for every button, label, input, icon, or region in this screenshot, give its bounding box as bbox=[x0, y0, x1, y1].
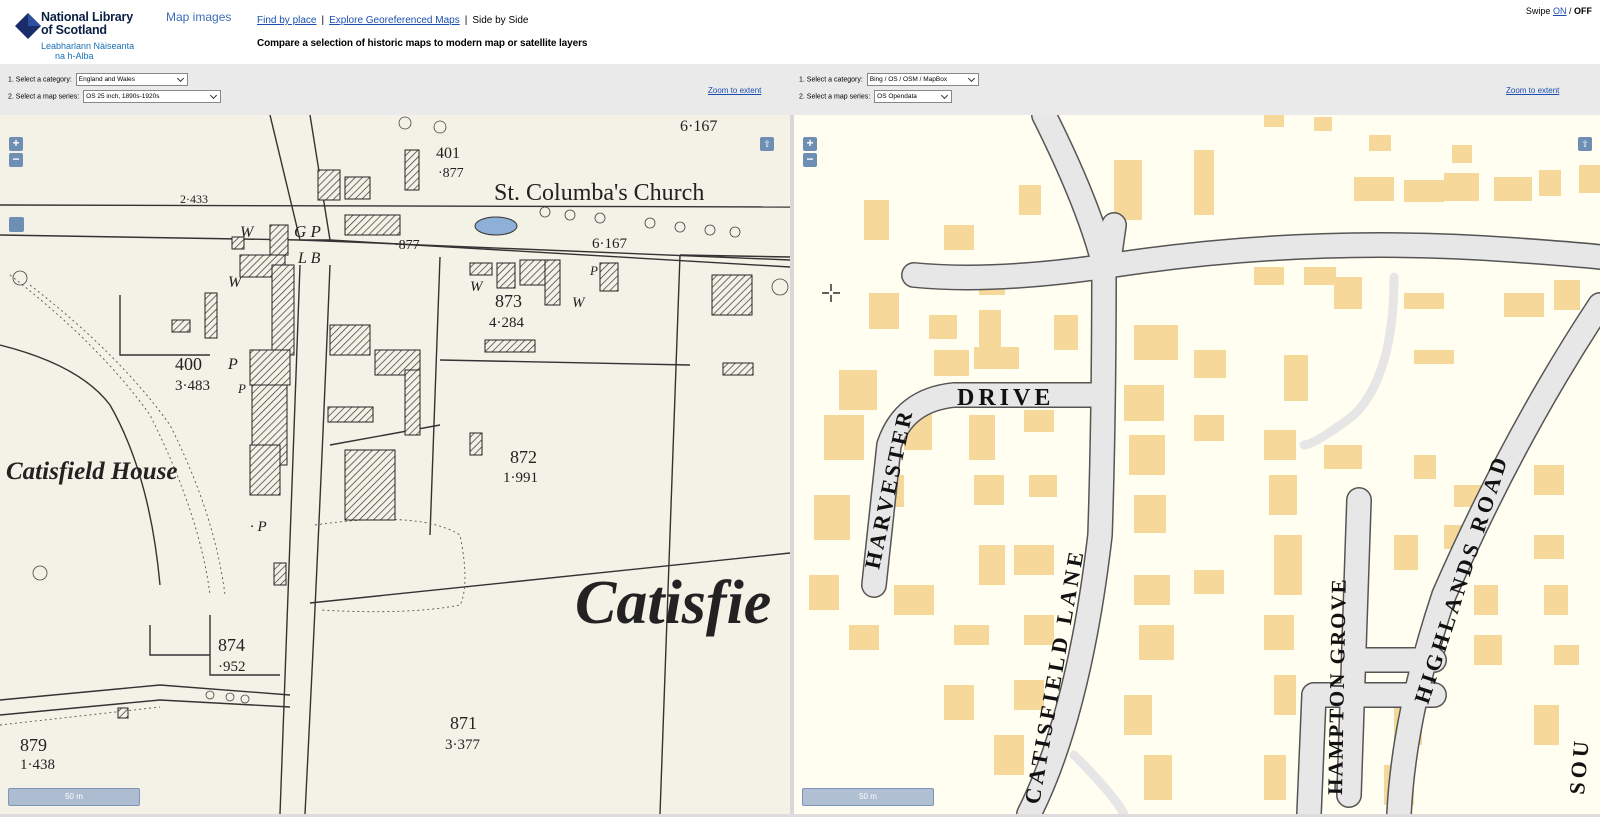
swipe-label: Swipe bbox=[1525, 6, 1551, 16]
explore-georeferenced-link[interactable]: Explore Georeferenced Maps bbox=[329, 15, 460, 26]
nav-separator: | bbox=[464, 15, 468, 26]
logo-line-2: of Scotland bbox=[41, 23, 107, 37]
label-p-2: P bbox=[589, 263, 598, 278]
label-6167-top: 6·167 bbox=[680, 118, 717, 135]
label-parcel-874-area: ·952 bbox=[218, 659, 246, 675]
left-series-select[interactable]: OS 25 inch, 1890s-1920s bbox=[83, 90, 222, 103]
left-category-label: 1. Select a category: bbox=[8, 76, 72, 84]
header: National Library of Scotland Leabharlann… bbox=[0, 0, 1600, 64]
label-parcel-874: 874 bbox=[218, 635, 245, 655]
nls-logo[interactable]: National Library of Scotland Leabharlann… bbox=[14, 5, 154, 61]
label-6167: 6·167 bbox=[592, 236, 627, 252]
swipe-toggle: Swipe ON / OFF bbox=[1526, 6, 1592, 16]
right-series-select[interactable]: OS Opendata bbox=[874, 90, 953, 103]
right-scale-bar: 50 m bbox=[802, 788, 934, 806]
label-parcel-400-area: 3·483 bbox=[175, 378, 210, 394]
label-church: St. Columba's Church bbox=[494, 180, 704, 206]
right-category-control: 1. Select a category: Bing / OS / OSM / … bbox=[799, 73, 979, 86]
label-parcel-879-area: 1·438 bbox=[20, 757, 55, 773]
label-parcel-872-area: 1·991 bbox=[503, 470, 538, 486]
label-catisfield-village: Catisfie bbox=[575, 569, 771, 637]
left-zoom-controls: + − bbox=[9, 137, 23, 169]
right-category-select[interactable]: Bing / OS / OSM / MapBox bbox=[866, 73, 979, 86]
left-series-label: 2. Select a map series: bbox=[8, 93, 80, 101]
swipe-on-link[interactable]: ON bbox=[1553, 6, 1567, 16]
label-w-1: W bbox=[240, 224, 255, 241]
modern-map-panel[interactable]: HARVESTER DRIVE CATISFIELD LANE HAMPTON … bbox=[794, 115, 1600, 814]
street-hampton-grove: HAMPTON GROVE bbox=[1323, 577, 1351, 795]
label-parcel-872: 872 bbox=[510, 447, 537, 467]
street-sou: SOU bbox=[1564, 736, 1594, 795]
right-zoom-in-button[interactable]: + bbox=[803, 137, 817, 151]
historic-map-canvas[interactable]: St. Columba's Church Catisfield House Ca… bbox=[0, 115, 790, 814]
label-gp: G P bbox=[294, 222, 321, 241]
label-lb: L B bbox=[297, 250, 321, 267]
historic-map-panel[interactable]: St. Columba's Church Catisfield House Ca… bbox=[0, 115, 790, 814]
street-drive: DRIVE bbox=[957, 385, 1054, 411]
left-zoom-to-extent-link[interactable]: Zoom to extent bbox=[708, 86, 761, 95]
label-parcel-401: 401 bbox=[436, 145, 460, 162]
label-catisfield-house: Catisfield House bbox=[6, 458, 178, 485]
label-parcel-879: 879 bbox=[20, 735, 47, 755]
right-zoom-out-button[interactable]: − bbox=[803, 153, 817, 167]
left-category-control: 1. Select a category: England and Wales bbox=[8, 73, 188, 86]
top-nav: Find by place | Explore Georeferenced Maps… bbox=[257, 15, 528, 26]
nls-diamond-icon bbox=[15, 13, 41, 39]
controls-bar: 1. Select a category: England and Wales … bbox=[0, 64, 1600, 115]
label-p-1: P bbox=[227, 356, 238, 373]
logo-line-4: na h-Alba bbox=[55, 51, 94, 61]
nav-current-page: Side by Side bbox=[472, 15, 529, 26]
label-parcel-400: 400 bbox=[175, 354, 202, 374]
find-by-place-link[interactable]: Find by place bbox=[257, 15, 316, 26]
modern-map-canvas[interactable]: HARVESTER DRIVE CATISFIELD LANE HAMPTON … bbox=[794, 115, 1600, 814]
label-w-2: W bbox=[228, 274, 243, 291]
left-fullscreen-button[interactable]: ⇧ bbox=[760, 137, 774, 151]
label-parcel-871-area: 3·377 bbox=[445, 737, 480, 753]
swipe-off-label: OFF bbox=[1574, 6, 1592, 16]
label-parcel-873-area: 4·284 bbox=[489, 315, 524, 331]
label-p-3: P bbox=[237, 381, 246, 396]
swipe-slash: / bbox=[1568, 6, 1572, 16]
left-series-control: 2. Select a map series: OS 25 inch, 1890… bbox=[8, 90, 222, 103]
app-title[interactable]: Map images bbox=[166, 10, 231, 24]
layer-switcher-icon[interactable] bbox=[9, 217, 24, 232]
label-p-4: · P bbox=[250, 519, 267, 535]
right-fullscreen-button[interactable]: ⇧ bbox=[1578, 137, 1592, 151]
nav-separator: | bbox=[321, 15, 325, 26]
right-category-label: 1. Select a category: bbox=[799, 76, 863, 84]
page-subtitle: Compare a selection of historic maps to … bbox=[257, 38, 588, 49]
left-zoom-out-button[interactable]: − bbox=[9, 153, 23, 167]
label-w-4: W bbox=[572, 295, 586, 311]
right-zoom-controls: + − bbox=[803, 137, 817, 169]
label-877: ·877 bbox=[394, 238, 420, 253]
label-2433: 2·433 bbox=[180, 192, 208, 206]
label-parcel-873: 873 bbox=[495, 291, 522, 311]
label-parcel-401-area: ·877 bbox=[438, 166, 464, 181]
left-category-select[interactable]: England and Wales bbox=[75, 73, 188, 86]
logo-line-3: Leabharlann Nàiseanta bbox=[41, 41, 135, 51]
label-w-3: W bbox=[470, 279, 484, 295]
crosshair-cursor-icon bbox=[822, 284, 840, 302]
right-series-label: 2. Select a map series: bbox=[799, 93, 871, 101]
left-zoom-in-button[interactable]: + bbox=[9, 137, 23, 151]
right-series-control: 2. Select a map series: OS Opendata bbox=[799, 90, 953, 103]
left-scale-bar: 50 m bbox=[8, 788, 140, 806]
label-parcel-871: 871 bbox=[450, 713, 477, 733]
right-zoom-to-extent-link[interactable]: Zoom to extent bbox=[1506, 86, 1559, 95]
